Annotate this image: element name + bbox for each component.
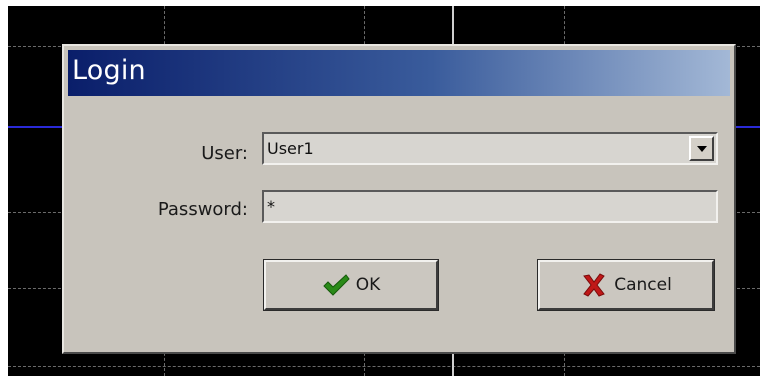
ok-button[interactable]: OK <box>264 260 438 310</box>
dialog-titlebar[interactable]: Login <box>68 50 730 96</box>
dropdown-button[interactable] <box>689 136 714 161</box>
cancel-button[interactable]: Cancel <box>538 260 714 310</box>
login-dialog: Login User: User1 Password: * OK Cancel <box>62 44 736 354</box>
user-dropdown-value: User1 <box>267 139 314 158</box>
password-field[interactable]: * <box>262 190 718 223</box>
user-label: User: <box>201 143 248 164</box>
checkmark-icon <box>323 274 350 296</box>
dialog-title: Login <box>72 55 146 86</box>
password-field-value: * <box>267 197 275 216</box>
chevron-down-icon <box>697 146 707 152</box>
x-icon <box>583 273 606 297</box>
cancel-button-label: Cancel <box>614 275 672 295</box>
grid-line <box>8 366 760 367</box>
ok-button-label: OK <box>355 275 381 295</box>
user-dropdown[interactable]: User1 <box>262 132 718 165</box>
password-label: Password: <box>157 199 248 220</box>
